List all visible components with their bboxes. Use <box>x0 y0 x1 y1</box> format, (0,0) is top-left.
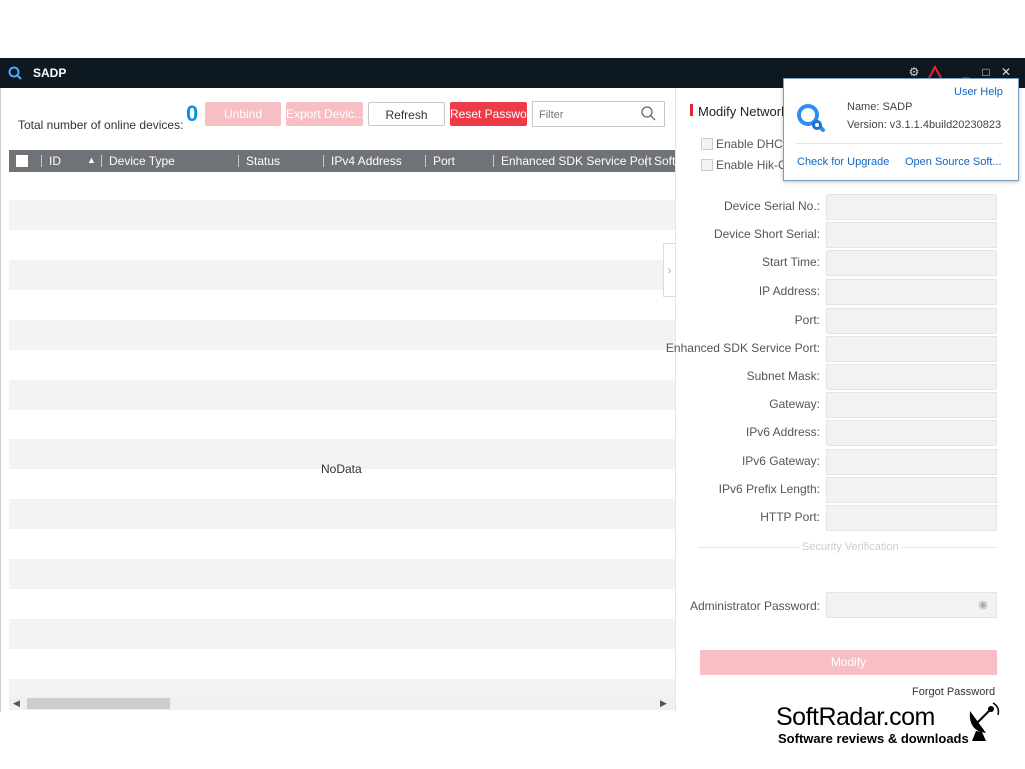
gateway-label: Gateway: <box>769 397 820 411</box>
http-port-label: HTTP Port: <box>760 510 820 524</box>
enable-hik-connect-label: Enable Hik-Co <box>716 158 794 172</box>
sadp-logo-icon <box>8 66 22 80</box>
ipv6-address-field[interactable] <box>826 420 997 446</box>
column-enhanced-sdk-port[interactable]: Enhanced SDK Service Port <box>501 154 652 168</box>
device-serial-field[interactable] <box>826 194 997 220</box>
modify-button[interactable]: Modify <box>700 650 997 675</box>
security-verification-label: Security Verification <box>800 541 901 553</box>
ipv6-address-label: IPv6 Address: <box>745 425 820 439</box>
column-software-version[interactable]: Soft <box>654 154 675 168</box>
user-help-link[interactable]: User Help <box>954 86 1003 98</box>
scrollbar-thumb[interactable] <box>27 698 170 709</box>
port-field[interactable] <box>826 308 997 334</box>
enable-dhcp-checkbox[interactable] <box>701 138 713 150</box>
app-title: SADP <box>33 66 67 80</box>
watermark-tagline: Software reviews & downloads <box>778 731 969 746</box>
ip-address-label: IP Address: <box>758 284 820 298</box>
table-row <box>9 200 675 230</box>
enable-dhcp-label: Enable DHCP <box>716 137 791 151</box>
table-row <box>9 679 675 697</box>
column-separator <box>493 155 494 167</box>
scroll-left-icon[interactable]: ◀ <box>13 698 20 709</box>
sadp-app-logo-icon <box>797 104 825 132</box>
start-time-label: Start Time: <box>761 255 820 269</box>
online-devices-label: Total number of online devices: <box>18 118 184 132</box>
ip-address-field[interactable] <box>826 279 997 305</box>
watermark-brand: SoftRadar.com <box>776 703 935 731</box>
device-serial-label: Device Serial No.: <box>723 199 820 213</box>
column-device-type[interactable]: Device Type <box>109 154 175 168</box>
column-separator <box>101 155 102 167</box>
ipv6-gateway-label: IPv6 Gateway: <box>741 454 820 468</box>
enhanced-sdk-port-label: Enhanced SDK Service Port: <box>665 341 820 355</box>
satellite-dish-icon <box>969 702 1000 741</box>
table-row <box>9 619 675 649</box>
device-table-header: ID ▲ Device Type Status IPv4 Address Por… <box>9 150 675 172</box>
export-devices-button[interactable]: Export Devic... <box>286 102 363 126</box>
scroll-right-icon[interactable]: ▶ <box>660 698 667 709</box>
filter-input[interactable] <box>537 103 641 127</box>
enhanced-sdk-port-field[interactable] <box>826 336 997 362</box>
table-row <box>9 320 675 350</box>
eye-icon[interactable]: ◉ <box>976 598 990 612</box>
admin-password-field[interactable] <box>826 592 997 618</box>
column-separator <box>425 155 426 167</box>
column-ipv4-address[interactable]: IPv4 Address <box>331 154 402 168</box>
subnet-mask-label: Subnet Mask: <box>746 369 820 383</box>
table-row <box>9 380 675 410</box>
unbind-button[interactable]: Unbind <box>205 102 281 126</box>
column-separator <box>646 155 647 167</box>
search-icon[interactable] <box>641 106 656 121</box>
table-row <box>9 260 675 290</box>
ipv6-gateway-field[interactable] <box>826 449 997 475</box>
no-data-text: NoData <box>321 462 362 476</box>
subnet-mask-field[interactable] <box>826 364 997 390</box>
app-name-text: Name: SADP <box>847 101 913 113</box>
reset-password-button[interactable]: Reset Passwo... <box>450 102 527 126</box>
table-row <box>9 499 675 529</box>
column-port[interactable]: Port <box>433 154 455 168</box>
column-separator <box>323 155 324 167</box>
gateway-field[interactable] <box>826 392 997 418</box>
enable-hik-connect-checkbox[interactable] <box>701 159 713 171</box>
port-label: Port: <box>794 313 820 327</box>
forgot-password-link[interactable]: Forgot Password <box>912 686 995 698</box>
device-short-serial-label: Device Short Serial: <box>713 227 820 241</box>
http-port-field[interactable] <box>826 505 997 531</box>
modify-network-title: Modify Network <box>698 104 788 119</box>
ipv6-prefix-length-label: IPv6 Prefix Length: <box>718 482 820 496</box>
column-separator <box>238 155 239 167</box>
app-version-text: Version: v3.1.1.4build20230823 <box>847 119 1002 131</box>
popup-divider <box>796 143 1002 144</box>
select-all-checkbox[interactable] <box>16 155 28 167</box>
column-separator <box>41 155 42 167</box>
open-source-software-link[interactable]: Open Source Soft... <box>905 156 1002 168</box>
admin-password-label: Administrator Password: <box>689 599 820 613</box>
ipv6-prefix-length-field[interactable] <box>826 477 997 503</box>
refresh-button[interactable]: Refresh <box>368 102 445 126</box>
column-status[interactable]: Status <box>246 154 280 168</box>
section-marker <box>690 104 693 116</box>
check-for-upgrade-link[interactable]: Check for Upgrade <box>797 156 889 168</box>
sort-asc-icon[interactable]: ▲ <box>87 155 96 165</box>
collapse-panel-chevron-icon[interactable]: › <box>663 243 675 297</box>
column-id[interactable]: ID <box>49 154 61 168</box>
table-row <box>9 559 675 589</box>
device-short-serial-field[interactable] <box>826 222 997 248</box>
hikvision-info-icon[interactable] <box>928 65 942 79</box>
start-time-field[interactable] <box>826 250 997 276</box>
online-devices-count: 0 <box>186 101 199 126</box>
